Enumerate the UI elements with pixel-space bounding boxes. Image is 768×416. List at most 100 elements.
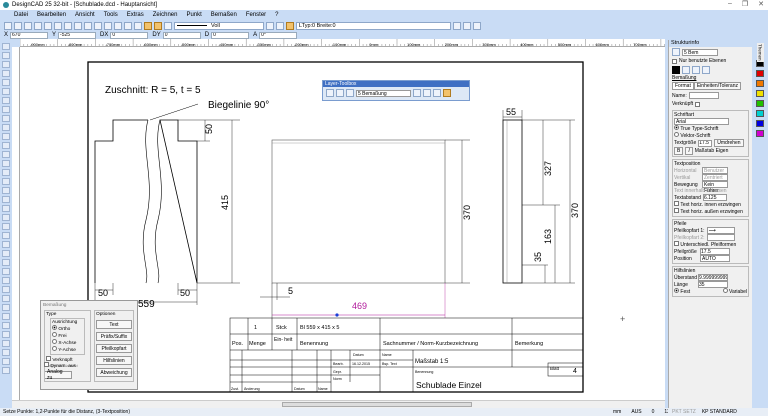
explode-tool-icon[interactable] — [2, 340, 10, 347]
extension-lines-button[interactable]: Hilfslinien — [96, 356, 132, 365]
pan-tool-icon[interactable] — [2, 61, 10, 68]
menu-bearbeiten[interactable]: Bearbeiten — [37, 12, 66, 18]
array-tool-icon[interactable] — [2, 367, 10, 374]
rectangle-tool-icon[interactable] — [2, 106, 10, 113]
arc-tool-icon[interactable] — [2, 97, 10, 104]
point-tool-icon[interactable] — [2, 322, 10, 329]
palette-color-swatch[interactable] — [756, 70, 764, 77]
menu-tools[interactable]: Tools — [104, 12, 118, 18]
fill-tool-icon[interactable] — [2, 142, 10, 149]
tab-units[interactable]: Einheiten/Toleranz — [693, 82, 741, 90]
prefix-suffix-button[interactable]: Präfix/Suffix — [96, 332, 132, 341]
position-select[interactable]: AUTO — [700, 255, 730, 262]
scale-tool-icon[interactable] — [2, 169, 10, 176]
radio-fixed[interactable]: Fest — [674, 288, 690, 295]
undo-icon[interactable] — [84, 21, 92, 30]
layer-active-icon[interactable] — [443, 89, 451, 97]
palette-color-swatch[interactable] — [756, 90, 764, 97]
arrowsize-field[interactable] — [700, 248, 730, 255]
layer-settings-icon[interactable] — [453, 21, 461, 30]
mirror-tool-icon[interactable] — [2, 178, 10, 185]
name-field[interactable] — [688, 92, 719, 99]
fillet-tool-icon[interactable] — [2, 223, 10, 230]
grid-icon[interactable] — [124, 21, 132, 30]
open-icon[interactable] — [14, 21, 22, 30]
layer-edit-icon[interactable] — [346, 89, 354, 97]
layer-settings-icon[interactable] — [423, 89, 431, 97]
save-icon[interactable] — [24, 21, 32, 30]
menu-ansicht[interactable]: Ansicht — [75, 12, 95, 18]
radio-x-achse[interactable]: X-Achse — [52, 339, 83, 346]
toolbox-icon[interactable] — [144, 21, 152, 30]
menu-fenster[interactable]: Fenster — [246, 12, 266, 18]
ortho-icon[interactable] — [134, 21, 142, 30]
extend-tool-icon[interactable] — [2, 214, 10, 221]
palette-color-swatch[interactable] — [756, 110, 764, 117]
chamfer-tool-icon[interactable] — [2, 232, 10, 239]
length-field[interactable] — [698, 281, 728, 288]
dy-field[interactable] — [162, 31, 201, 39]
snap-tool-icon[interactable] — [2, 259, 10, 266]
dimension-tool-icon[interactable] — [2, 124, 10, 131]
erase-tool-icon[interactable] — [2, 196, 10, 203]
text-button[interactable]: Text — [96, 320, 132, 329]
arrow1-select[interactable]: ⟶ — [706, 227, 735, 234]
zoom-tool-icon[interactable] — [2, 52, 10, 59]
layer-select[interactable]: 5 Bemaßung — [356, 89, 411, 97]
fill-icon[interactable] — [286, 21, 294, 30]
copy-tool-icon[interactable] — [2, 187, 10, 194]
rotate-tool-icon[interactable] — [2, 160, 10, 167]
textsize-field[interactable] — [698, 139, 713, 147]
snap-icon[interactable] — [114, 21, 122, 30]
line-style-select[interactable]: Voll — [174, 21, 264, 30]
restore-button[interactable]: ❐ — [742, 0, 748, 8]
horizontal-scrollbar[interactable] — [12, 400, 665, 408]
print-preview-icon[interactable] — [44, 21, 52, 30]
offset-tool-icon[interactable] — [2, 358, 10, 365]
deviation-button[interactable]: Abweichung — [96, 368, 132, 377]
radio-ortho[interactable]: Ortho — [52, 325, 83, 332]
only-used-checkbox[interactable]: Nur benutzte Ebenen — [669, 57, 752, 65]
swap-button[interactable]: Umdrehen — [714, 139, 744, 147]
join-tool-icon[interactable] — [2, 349, 10, 356]
d-field[interactable] — [211, 31, 250, 39]
radio-y-achse[interactable]: Y-Achse — [52, 346, 83, 353]
hatch-tool-icon[interactable] — [2, 133, 10, 140]
layer-color-icon[interactable] — [413, 89, 421, 97]
group-tool-icon[interactable] — [2, 331, 10, 338]
palette-color-swatch[interactable] — [756, 100, 764, 107]
diff-arrows-checkbox[interactable]: Unterschiedl. Pfeilformen — [674, 241, 747, 248]
themes-tab[interactable]: Themen — [756, 43, 764, 62]
analog-button[interactable]: Analog zu — [44, 369, 72, 381]
radio-variable[interactable]: Variabel — [722, 288, 747, 295]
layer-tool-icon[interactable] — [2, 250, 10, 257]
circle-tool-icon[interactable] — [2, 88, 10, 95]
grid-tool-icon[interactable] — [2, 268, 10, 275]
symbol-icon[interactable] — [463, 21, 471, 30]
scrollbar-thumb[interactable] — [282, 402, 472, 407]
y-field[interactable] — [58, 31, 97, 39]
tab-format[interactable]: Format — [672, 82, 694, 90]
linked-checkbox[interactable]: Verknüpft — [669, 100, 752, 108]
curve-tool-icon[interactable] — [2, 313, 10, 320]
layer-pick-icon[interactable] — [433, 89, 441, 97]
radio-vector[interactable]: Vektor-Schrift — [674, 132, 747, 139]
line-type-select[interactable]: LTyp:0 Breite:0 — [296, 21, 451, 30]
select-tool-icon[interactable] — [2, 43, 10, 50]
menu-zeichnen[interactable]: Zeichnen — [153, 12, 178, 18]
symbol-tool-icon[interactable] — [2, 277, 10, 284]
textdist-field[interactable] — [702, 194, 727, 201]
layer-toolbox[interactable]: Layer-Toolbox 5 Bemaßung — [322, 80, 470, 101]
panel-layer-select[interactable]: 5 Bem — [682, 48, 718, 56]
cut-icon[interactable] — [74, 21, 82, 30]
radio-truetype[interactable]: True Type-Schrift — [674, 125, 747, 132]
palette-color-swatch[interactable] — [756, 120, 764, 127]
font-select[interactable]: Arial — [674, 118, 729, 125]
trim-tool-icon[interactable] — [2, 205, 10, 212]
palette-color-swatch[interactable] — [756, 130, 764, 137]
move-tool-icon[interactable] — [2, 151, 10, 158]
palette-color-swatch[interactable] — [756, 80, 764, 87]
bold-button[interactable]: B — [674, 147, 684, 155]
scale-own-checkbox[interactable]: Maßstab Eigen — [695, 148, 729, 154]
print-icon[interactable] — [34, 21, 42, 30]
